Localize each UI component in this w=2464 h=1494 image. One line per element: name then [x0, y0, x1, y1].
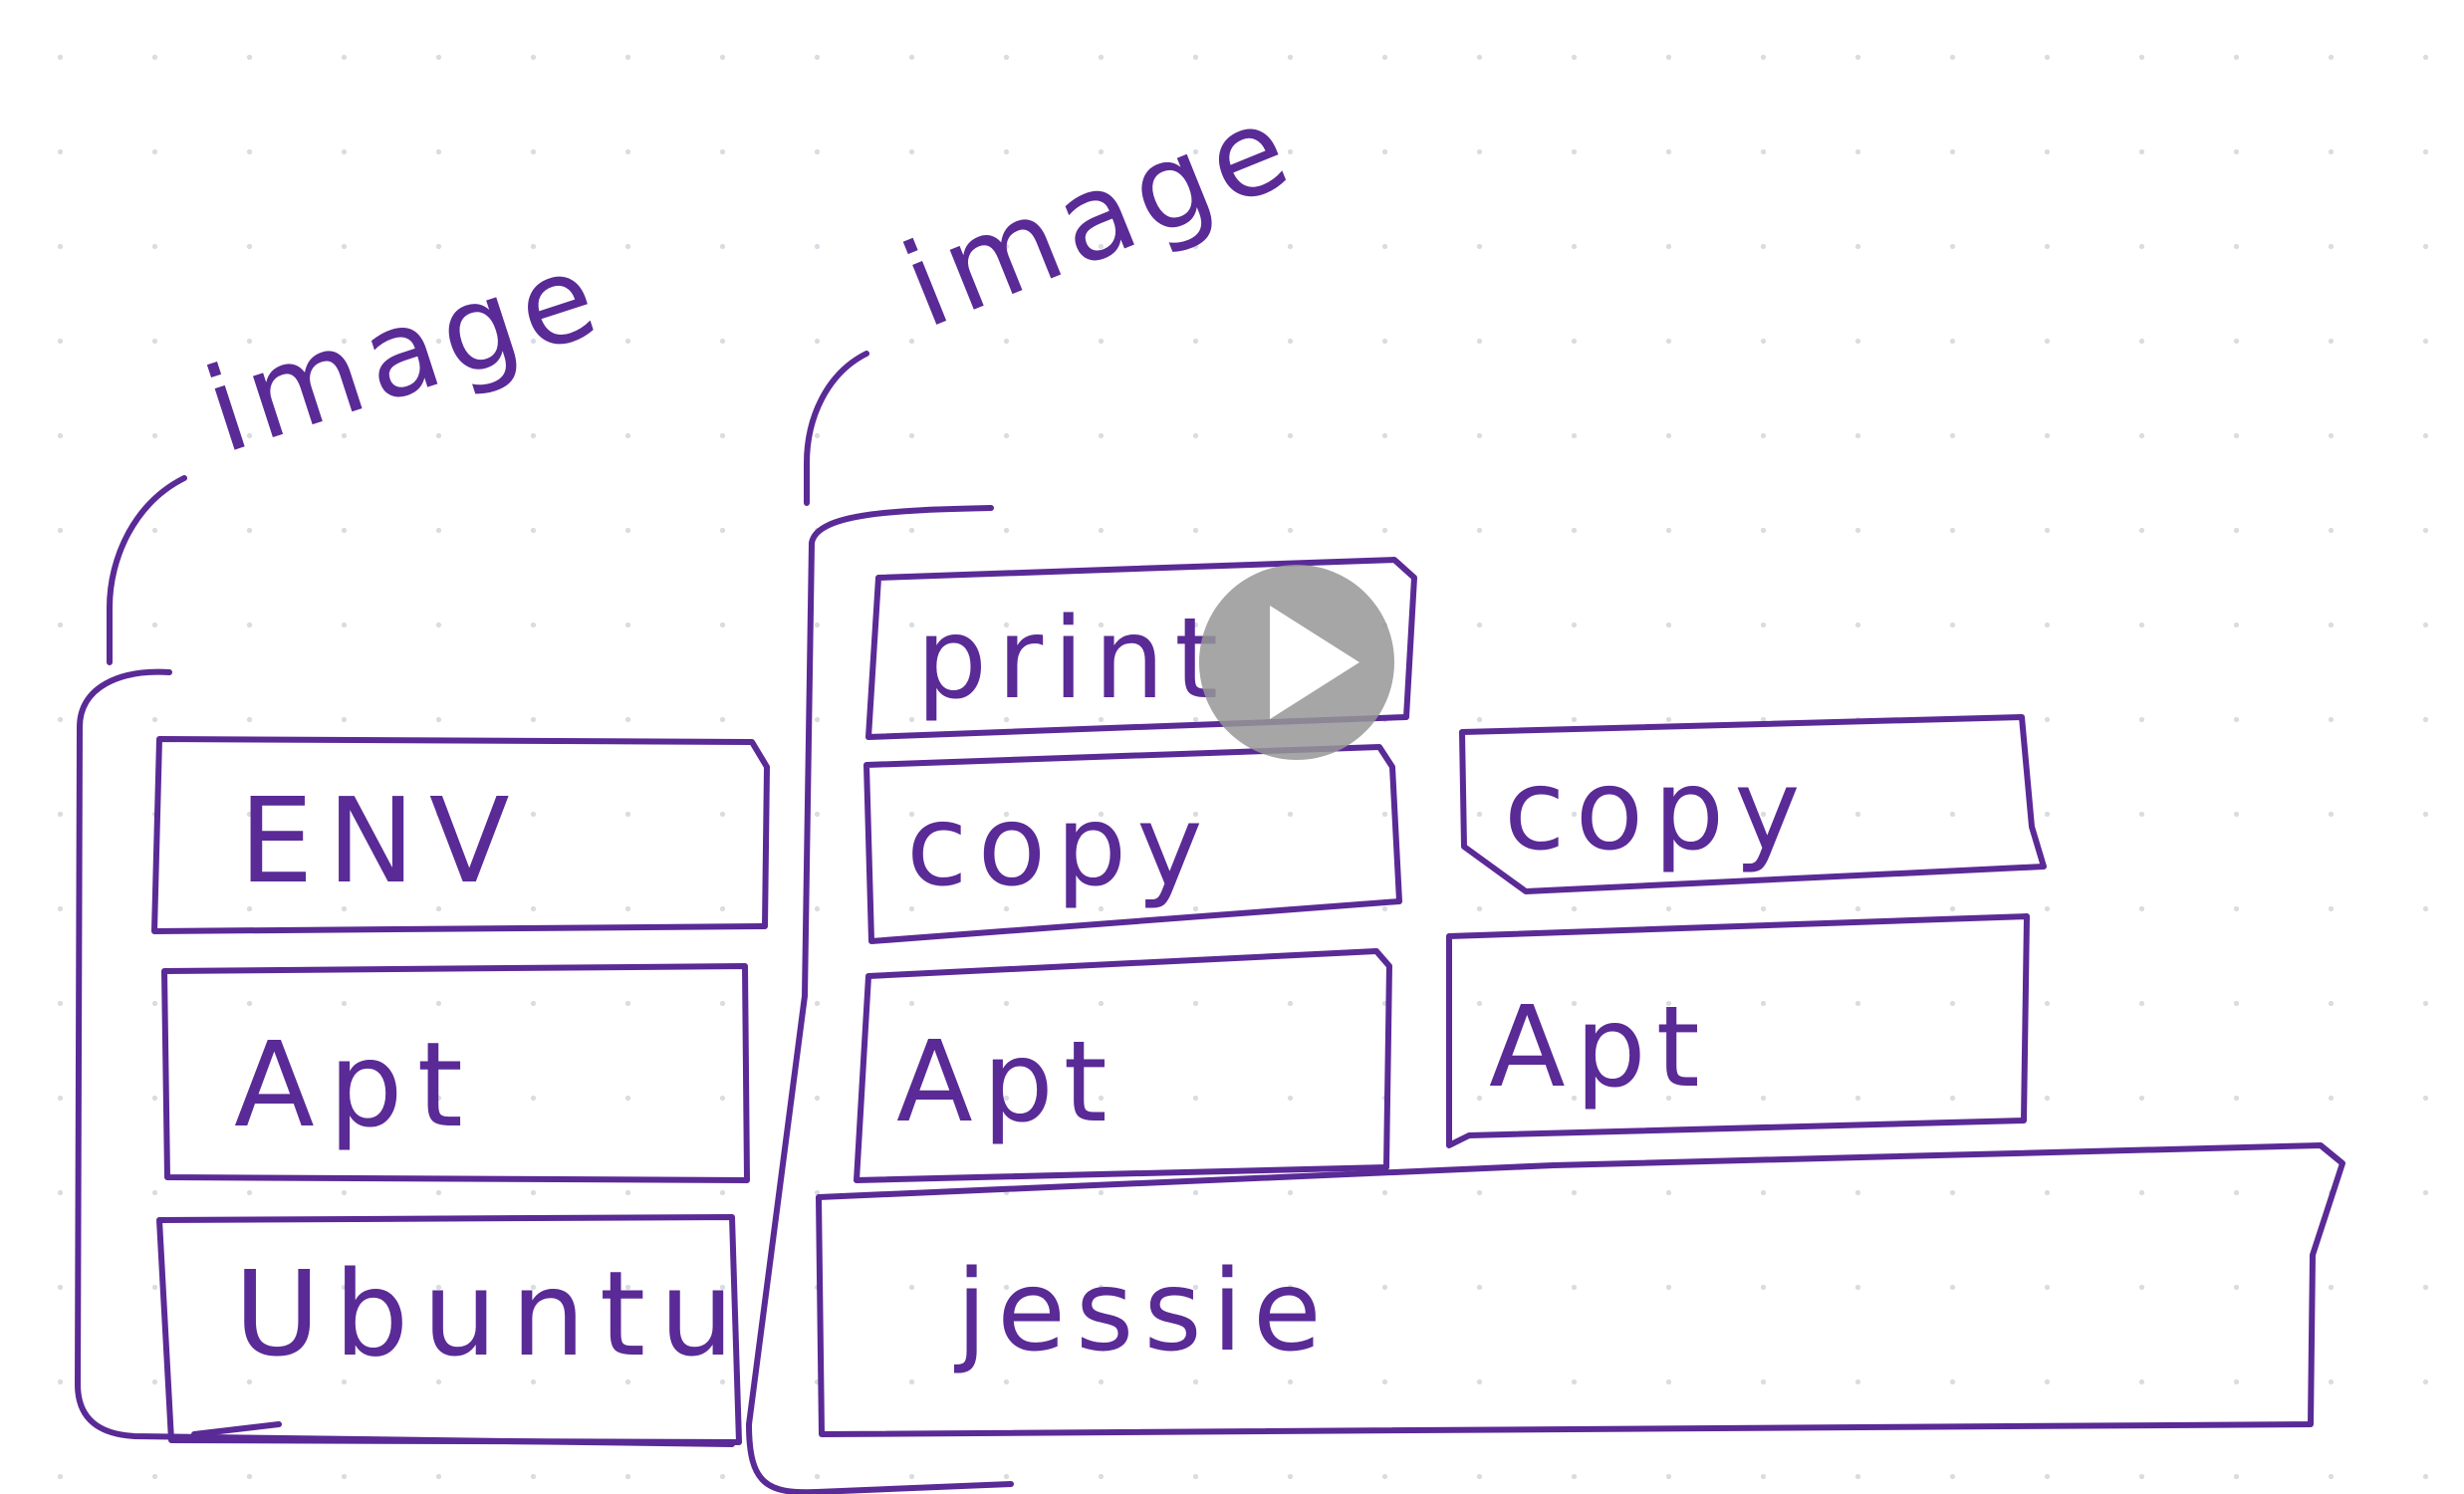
left-ubuntu-underline: [191, 1421, 282, 1437]
left-layer-apt-label: Apt: [234, 1016, 477, 1153]
play-button[interactable]: [1199, 565, 1394, 760]
right-layer-copy-label: copy: [1504, 746, 1810, 875]
right-image-group: image print copy Apt copy Apt jessie: [746, 75, 2345, 1494]
left-layer-ubuntu-label: Ubuntu: [234, 1245, 748, 1382]
docker-image-layers-sketch: image ENV Apt Ubuntu image print copy Ap…: [75, 75, 2345, 1494]
left-image-group: image ENV Apt Ubuntu: [75, 223, 770, 1447]
middle-layer-copy-label: copy: [906, 782, 1212, 911]
left-layer-env-label: ENV: [239, 772, 524, 909]
base-layer-jessie-label: jessie: [953, 1247, 1332, 1376]
middle-layer-apt-label: Apt: [896, 1018, 1117, 1147]
right-image-title: image: [885, 75, 1314, 355]
middle-layer-print-label: print: [916, 595, 1228, 724]
left-title-connector: [107, 475, 187, 665]
whiteboard-canvas: image ENV Apt Ubuntu image print copy Ap…: [0, 0, 2464, 1494]
right-title-connector: [804, 351, 869, 506]
right-layer-apt-label: Apt: [1489, 983, 1710, 1113]
left-image-title: image: [190, 223, 618, 479]
